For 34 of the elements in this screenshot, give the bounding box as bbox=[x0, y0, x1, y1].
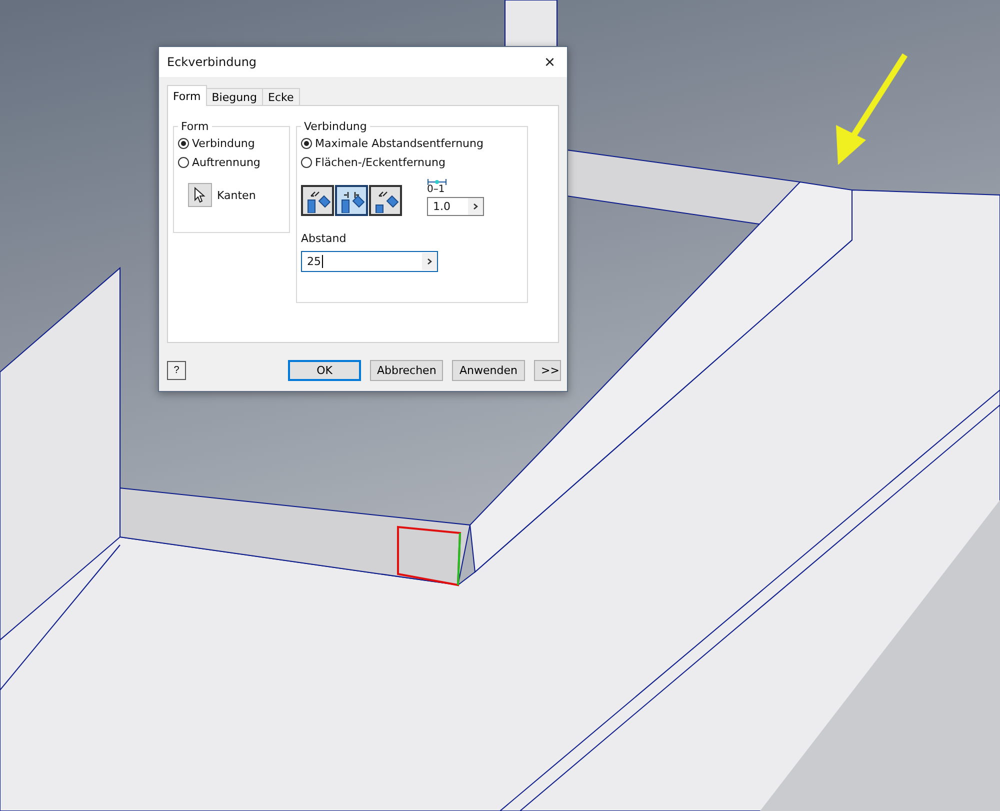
corner-style-icon bbox=[304, 188, 330, 212]
field-label: Abstand bbox=[301, 232, 348, 245]
corner-style-button[interactable] bbox=[301, 185, 334, 216]
dialog-button[interactable]: Abbrechen bbox=[370, 360, 443, 381]
window-title: Eckverbindung bbox=[167, 55, 257, 69]
radio-option[interactable]: Verbindung bbox=[178, 137, 285, 150]
corner-style-button[interactable] bbox=[369, 185, 402, 216]
close-button[interactable]: × bbox=[540, 52, 559, 72]
group-title: Form bbox=[180, 120, 210, 133]
select-label: Kanten bbox=[217, 188, 256, 202]
tab[interactable]: Form bbox=[167, 85, 207, 106]
text-cursor bbox=[322, 255, 323, 268]
radio-option[interactable]: Flächen-/Eckentfernung bbox=[301, 156, 523, 169]
scale-field[interactable]: 1.0 bbox=[427, 197, 484, 216]
corner-style-icon bbox=[372, 188, 398, 212]
dialog-button[interactable]: >> bbox=[534, 360, 561, 381]
radio-option[interactable]: Auftrennung bbox=[178, 156, 285, 169]
help-button[interactable]: ? bbox=[167, 361, 186, 380]
selected-edge-outline bbox=[397, 526, 462, 586]
chevron-icon bbox=[473, 203, 478, 210]
corner-style-button[interactable] bbox=[335, 185, 368, 216]
group-title: Verbindung bbox=[303, 120, 368, 133]
select-edges-button[interactable] bbox=[188, 183, 212, 207]
dialog-button[interactable]: OK bbox=[288, 360, 361, 381]
chevron-icon bbox=[427, 258, 432, 265]
scale-caption: 0–1 bbox=[427, 179, 484, 195]
distance-field[interactable]: 25 bbox=[301, 251, 438, 272]
cursor-icon bbox=[194, 187, 206, 203]
dialog-button[interactable]: Anwenden bbox=[452, 360, 525, 381]
tab[interactable]: Ecke bbox=[262, 88, 300, 106]
tab[interactable]: Biegung bbox=[206, 88, 263, 106]
radio-option[interactable]: Maximale Abstandsentfernung bbox=[301, 137, 523, 150]
spin-button[interactable] bbox=[468, 198, 483, 215]
spin-button[interactable] bbox=[422, 253, 437, 270]
